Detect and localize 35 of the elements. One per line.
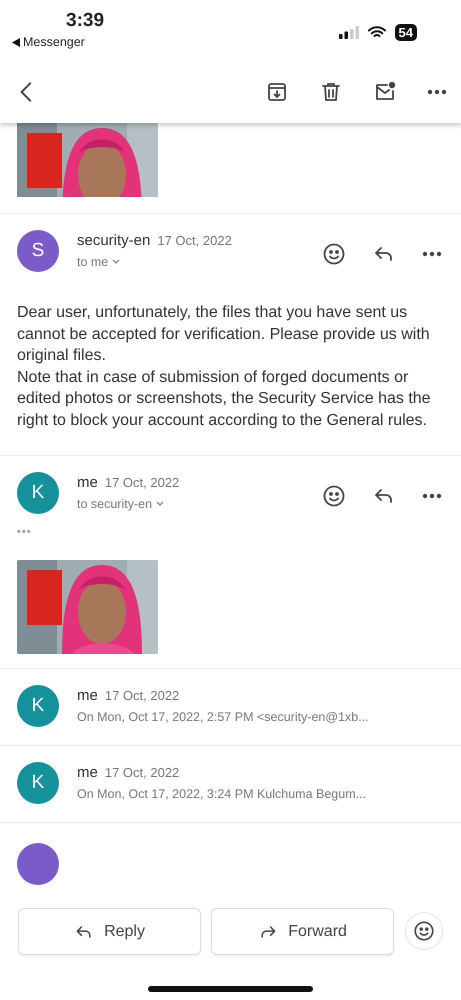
avatar: K bbox=[17, 472, 59, 514]
wifi-icon bbox=[368, 26, 386, 38]
status-time: 3:39 bbox=[66, 10, 104, 32]
forward-button[interactable]: Forward bbox=[211, 908, 394, 955]
more-icon bbox=[422, 251, 442, 257]
recipient-toggle[interactable]: to security-en bbox=[77, 497, 164, 511]
reply-button[interactable]: Reply bbox=[18, 908, 202, 955]
more-icon bbox=[422, 493, 442, 499]
message-date: 17 Oct, 2022 bbox=[104, 688, 180, 703]
chevron-icon bbox=[112, 259, 120, 265]
message-date: 17 Oct, 2022 bbox=[104, 475, 180, 490]
signal-icon bbox=[338, 26, 359, 38]
sender-name: security-en bbox=[77, 232, 150, 249]
smiley-icon bbox=[322, 242, 346, 266]
smiley-icon bbox=[322, 484, 346, 508]
react-button[interactable] bbox=[405, 912, 443, 950]
back-to-app-link[interactable]: Messenger bbox=[12, 35, 104, 49]
smiley-icon bbox=[413, 920, 436, 942]
message-snippet: On Mon, Oct 17, 2022, 3:24 PM Kulchuma Begum... bbox=[77, 787, 368, 801]
chevron-icon bbox=[156, 501, 164, 507]
message-date: 17 Oct, 2022 bbox=[157, 233, 232, 248]
sender-name: me bbox=[77, 474, 98, 491]
avatar: K bbox=[17, 762, 59, 804]
message-snippet: On Mon, Oct 17, 2022, 2:57 PM <security-en@1xb... bbox=[77, 710, 370, 724]
battery-level: 54 bbox=[394, 24, 417, 40]
message-paragraph: Note that in case of submission of forged documents or edited photos or screenshots, the Security Service has the right to block your account according to the General rules. bbox=[17, 368, 432, 430]
recipient-toggle[interactable]: to me bbox=[77, 255, 120, 269]
message-paragraph: Dear user, unfortunately, the files that you have sent us cannot be accepted for verification. Please provide us with original files. bbox=[17, 303, 431, 366]
sender-name: me bbox=[77, 687, 98, 704]
avatar: K bbox=[17, 685, 59, 727]
avatar: S bbox=[17, 230, 59, 272]
triangle-icon bbox=[12, 38, 20, 46]
message-date: 17 Oct, 2022 bbox=[104, 765, 180, 780]
sender-name: me bbox=[77, 764, 98, 781]
more-icon bbox=[427, 88, 447, 94]
